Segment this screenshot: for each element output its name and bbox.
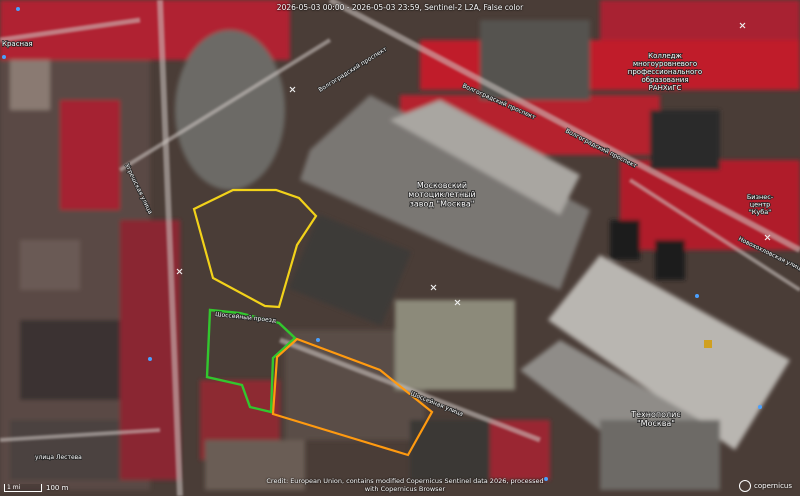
credit-text: Credit: European Union, contains modifie… bbox=[266, 477, 544, 493]
map-viewer[interactable]: Московский мотоциклетный завод "Москва" Ко… bbox=[0, 0, 800, 496]
copernicus-logo: copernicus bbox=[739, 480, 792, 492]
logo-text: copernicus bbox=[754, 482, 792, 490]
scale-bar: 1 mi 100 m bbox=[4, 484, 68, 492]
label-line: РАНХиГС bbox=[649, 84, 682, 92]
label-krasnaya: Красная bbox=[2, 40, 33, 48]
label-street-8: улица Лестева bbox=[35, 454, 82, 461]
label-line: Московский bbox=[417, 181, 467, 190]
label-line: Колледж bbox=[648, 52, 682, 60]
label-line: многоуровневого bbox=[633, 60, 697, 68]
label-line: мотоциклетный bbox=[408, 190, 475, 199]
label-kuba: Бизнес-центр "Куба" bbox=[747, 193, 774, 216]
label-line: профессионального bbox=[628, 68, 702, 76]
label-plant: Московский мотоциклетный завод "Москва" bbox=[408, 181, 475, 208]
label-line: Красная bbox=[2, 40, 33, 48]
museum-icon[interactable] bbox=[704, 340, 712, 348]
label-line: завод "Москва" bbox=[410, 199, 475, 208]
satellite-map[interactable]: Московский мотоциклетный завод "Москва" Ко… bbox=[0, 0, 800, 496]
date-caption: 2026-05-03 00:00 - 2026-05-03 23:59, Sen… bbox=[276, 3, 524, 12]
label-line: образования bbox=[641, 76, 688, 84]
label-tehnopolis: Технополис "Москва" bbox=[630, 410, 681, 428]
scale-label: 100 m bbox=[46, 484, 69, 492]
scale-box: 1 mi bbox=[4, 484, 42, 492]
label-line: Технополис bbox=[630, 410, 681, 419]
copernicus-logo-icon bbox=[739, 480, 752, 492]
label-line: "Куба" bbox=[749, 208, 771, 216]
label-line: "Москва" bbox=[637, 419, 675, 428]
